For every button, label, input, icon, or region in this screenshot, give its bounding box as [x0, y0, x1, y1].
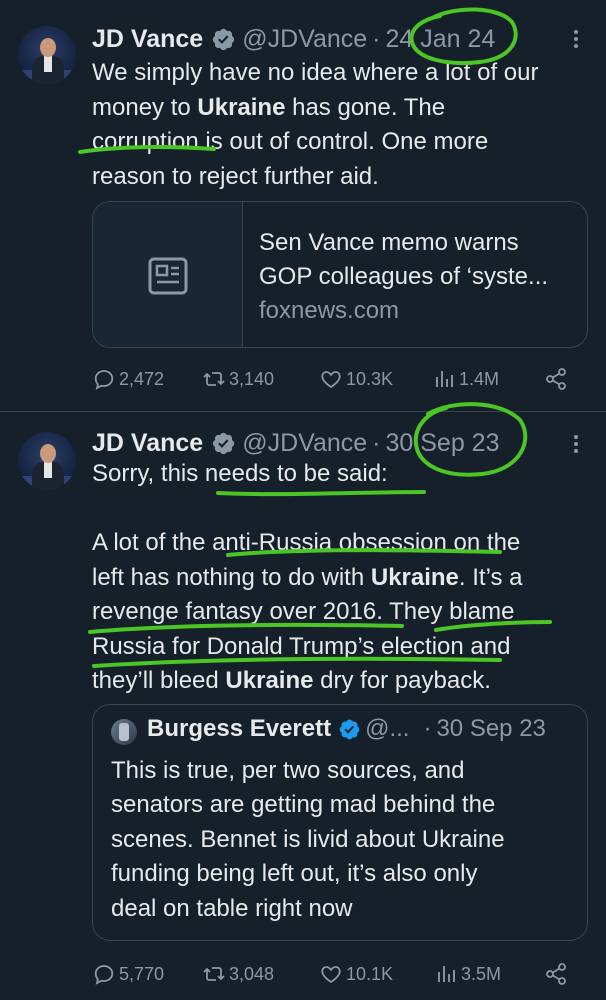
separator: ·	[372, 428, 381, 457]
tweet[interactable]: JD Vance @JDVance · 24 Jan 24 We simply …	[0, 0, 606, 412]
quote-author-handle[interactable]: @...	[365, 715, 409, 743]
quoted-tweet[interactable]: Burgess Everett @... · 30 Sep 23 This is…	[92, 704, 588, 941]
text-line: senators are getting mad behind the	[111, 791, 496, 819]
share-button[interactable]	[544, 364, 571, 394]
text-segment: money to	[92, 93, 198, 121]
author-name[interactable]: JD Vance	[92, 429, 203, 458]
text-segment: dry for payback.	[313, 667, 491, 694]
views-icon	[436, 371, 453, 387]
author-handle[interactable]: @JDVance	[242, 25, 367, 54]
quote-header: Burgess Everett @... · 30 Sep 23	[147, 715, 546, 743]
quote-author-name[interactable]: Burgess Everett	[147, 715, 331, 743]
like-icon	[321, 966, 341, 984]
retweet-icon	[203, 372, 225, 386]
text-segment: they’ll bleed	[92, 667, 226, 694]
tweet-text: Sorry, this needs to be said: A lot of t…	[92, 457, 592, 699]
text-line: left has nothing to do with Ukraine. It’…	[92, 561, 592, 596]
retweet-count: 3,048	[229, 963, 275, 984]
text-segment: has gone. The	[285, 93, 446, 121]
like-icon	[321, 371, 341, 389]
reply-count: 2,472	[119, 368, 165, 389]
like-count: 10.3K	[346, 368, 394, 389]
views-button[interactable]: 3.5M	[434, 959, 501, 989]
text-line: reason to reject further aid.	[92, 160, 592, 195]
text-line: corruption is out of control. One more	[92, 125, 592, 160]
text-line: money to Ukraine has gone. The	[92, 91, 592, 126]
tweet[interactable]: JD Vance @JDVance · 30 Sep 23 Sorry, thi…	[0, 412, 606, 1000]
author-handle[interactable]: @JDVance	[242, 429, 367, 458]
bold-text: Ukraine	[197, 93, 286, 121]
tweet-header: JD Vance @JDVance · 30 Sep 23	[92, 427, 499, 459]
text-segment: Sorry, this needs to be said:	[92, 460, 388, 487]
verified-badge-icon	[339, 719, 360, 739]
reply-icon	[94, 370, 114, 390]
reply-button[interactable]: 5,770	[92, 959, 164, 989]
text-line: Sorry, this needs to be said:	[92, 457, 592, 492]
tweet-header: JD Vance @JDVance · 24 Jan 24	[92, 23, 495, 55]
bold-text: Ukraine	[370, 563, 459, 591]
tweet-date[interactable]: 24 Jan 24	[385, 25, 495, 54]
avatar[interactable]	[111, 719, 137, 745]
text-line: We simply have no idea where a lot of ou…	[92, 56, 592, 91]
text-line: This is true, per two sources, and	[111, 757, 465, 784]
quote-text: This is true, per two sources, and senato…	[111, 754, 581, 926]
retweet-icon	[203, 967, 225, 981]
tweet-date[interactable]: 30 Sep 23	[385, 429, 499, 458]
retweet-count: 3,140	[229, 368, 275, 389]
link-card[interactable]: Sen Vance memo warns GOP colleagues of ‘…	[92, 201, 588, 348]
separator: ·	[423, 715, 432, 742]
text-line: deal on table right now	[111, 894, 353, 922]
reply-button[interactable]: 2,472	[92, 364, 164, 394]
card-title: Sen Vance memo warns	[259, 229, 519, 256]
card-domain: foxnews.com	[259, 297, 400, 324]
share-icon	[546, 963, 566, 985]
like-count: 10.1K	[346, 963, 394, 984]
text-line: revenge fantasy over 2016. They blame	[92, 595, 592, 630]
views-count: 3.5M	[461, 963, 502, 984]
article-icon	[93, 202, 243, 347]
verified-badge-icon	[213, 28, 235, 50]
text-segment: Russia for Donald Trump’s election and	[92, 632, 511, 660]
text-line: funding being left out, it’s also only	[111, 860, 478, 888]
card-subtitle: GOP colleagues of ‘syste...	[259, 263, 549, 290]
reply-icon	[94, 965, 114, 985]
like-button[interactable]: 10.1K	[319, 959, 393, 989]
text-line: Russia for Donald Trump’s election and	[92, 630, 592, 665]
like-button[interactable]: 10.3K	[319, 364, 393, 394]
more-icon[interactable]	[566, 27, 586, 53]
text-segment: We simply have no idea where a lot of ou…	[92, 59, 539, 86]
more-icon[interactable]	[566, 432, 586, 458]
text-segment: . It’s a	[458, 563, 523, 591]
views-count: 1.4M	[459, 368, 500, 389]
verified-badge-icon	[213, 432, 235, 454]
share-button[interactable]	[544, 959, 571, 989]
avatar[interactable]	[18, 26, 76, 84]
reply-count: 5,770	[119, 963, 165, 984]
quote-date[interactable]: 30 Sep 23	[436, 715, 545, 743]
views-button[interactable]: 1.4M	[432, 364, 499, 394]
share-icon	[546, 368, 566, 390]
retweet-button[interactable]: 3,048	[202, 959, 274, 989]
tweet-text: We simply have no idea where a lot of ou…	[92, 56, 592, 194]
text-segment: revenge fantasy over 2016. They blame	[92, 598, 515, 625]
action-bar: 2,472 3,140 10.3K 1.4M	[92, 364, 582, 394]
action-bar: 5,770 3,048 10.1K 3.5M	[92, 959, 582, 989]
separator: ·	[372, 24, 381, 53]
avatar[interactable]	[18, 432, 76, 490]
text-line: A lot of the anti-Russia obsession on th…	[92, 526, 592, 561]
author-name[interactable]: JD Vance	[92, 25, 203, 54]
text-segment: A lot of the anti-Russia obsession on th…	[92, 529, 521, 556]
text-segment: reason to reject further aid.	[92, 162, 379, 190]
views-icon	[438, 966, 455, 982]
text-segment: corruption is out of control. One more	[92, 128, 489, 155]
retweet-button[interactable]: 3,140	[202, 364, 274, 394]
text-segment: left has nothing to do with	[92, 563, 371, 591]
bold-text: Ukraine	[225, 667, 314, 694]
text-line: they’ll bleed Ukraine dry for payback.	[92, 664, 592, 699]
text-line: scenes. Bennet is livid about Ukraine	[111, 825, 505, 853]
text-line	[92, 492, 592, 527]
